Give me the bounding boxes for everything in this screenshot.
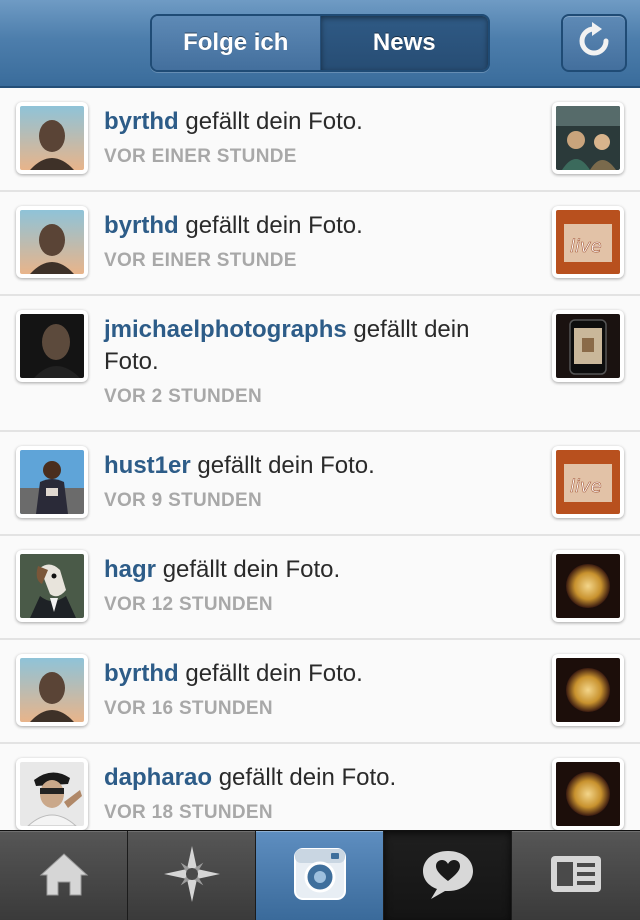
username-link[interactable]: hust1er xyxy=(104,452,191,479)
tab-folge-ich[interactable]: Folge ich xyxy=(152,16,321,70)
news-heart-bubble-icon xyxy=(419,847,477,906)
activity-text: dapharao gefällt dein Foto. xyxy=(104,762,524,794)
profile-card-icon xyxy=(549,854,603,899)
activity-text: hust1er gefällt dein Foto. xyxy=(104,450,524,482)
username-link[interactable]: hagr xyxy=(104,556,156,583)
explore-star-icon xyxy=(162,844,222,909)
photo-thumbnail[interactable] xyxy=(552,550,624,622)
home-icon xyxy=(38,851,90,902)
photo-thumbnail[interactable] xyxy=(552,310,624,382)
action-text: gefällt dein Foto. xyxy=(218,764,397,791)
username-link[interactable]: jmichaelphotographs xyxy=(104,316,347,343)
tab-camera[interactable] xyxy=(256,831,384,920)
svg-text:live: live xyxy=(570,236,602,257)
news-feed-list: byrthd gefällt dein Foto. VOR EINER STUN… xyxy=(0,88,640,830)
username-link[interactable]: dapharao xyxy=(104,764,212,791)
camera-icon xyxy=(293,847,347,906)
list-item[interactable]: byrthd gefällt dein Foto. VOR EINER STUN… xyxy=(0,88,640,192)
username-link[interactable]: byrthd xyxy=(104,660,179,687)
list-item[interactable]: dapharao gefällt dein Foto. VOR 18 STUND… xyxy=(0,744,640,830)
action-text: gefällt dein Foto. xyxy=(185,212,363,239)
timestamp: VOR EINER STUNDE xyxy=(104,250,297,271)
action-text: gefällt dein Foto. xyxy=(197,452,375,479)
activity-text: byrthd gefällt dein Foto. xyxy=(104,658,524,690)
tab-news[interactable]: News xyxy=(320,16,488,70)
avatar[interactable] xyxy=(16,446,88,518)
avatar[interactable] xyxy=(16,758,88,830)
photo-thumbnail[interactable] xyxy=(552,758,624,830)
avatar[interactable] xyxy=(16,550,88,622)
avatar[interactable] xyxy=(16,102,88,174)
list-item[interactable]: byrthd gefällt dein Foto. VOR 16 STUNDEN xyxy=(0,640,640,744)
timestamp: VOR 12 STUNDEN xyxy=(104,594,273,615)
timestamp: VOR EINER STUNDE xyxy=(104,146,297,167)
list-item[interactable]: hagr gefällt dein Foto. VOR 12 STUNDEN xyxy=(0,536,640,640)
username-link[interactable]: byrthd xyxy=(104,212,179,239)
tab-profile[interactable] xyxy=(512,831,640,920)
avatar[interactable] xyxy=(16,654,88,726)
timestamp: VOR 2 STUNDEN xyxy=(104,386,263,407)
tab-explore[interactable] xyxy=(128,831,256,920)
photo-thumbnail[interactable] xyxy=(552,654,624,726)
top-nav-bar: Folge ich News xyxy=(0,0,640,88)
list-item[interactable]: byrthd gefällt dein Foto. VOR EINER STUN… xyxy=(0,192,640,296)
action-text: gefällt dein Foto. xyxy=(162,556,341,583)
list-item[interactable]: jmichaelphotographs gefällt dein Foto. V… xyxy=(0,296,640,432)
refresh-icon xyxy=(574,21,614,66)
action-text: gefällt dein Foto. xyxy=(185,660,363,687)
username-link[interactable]: byrthd xyxy=(104,108,179,135)
list-item[interactable]: hust1er gefällt dein Foto. VOR 9 STUNDEN… xyxy=(0,432,640,536)
activity-text: byrthd gefällt dein Foto. xyxy=(104,106,524,138)
timestamp: VOR 9 STUNDEN xyxy=(104,490,263,511)
timestamp: VOR 16 STUNDEN xyxy=(104,698,273,719)
avatar[interactable] xyxy=(16,310,88,382)
tab-news[interactable] xyxy=(384,831,512,920)
photo-thumbnail[interactable] xyxy=(552,102,624,174)
photo-thumbnail[interactable]: live xyxy=(552,446,624,518)
tab-home[interactable] xyxy=(0,831,128,920)
activity-text: hagr gefällt dein Foto. xyxy=(104,554,524,586)
timestamp: VOR 18 STUNDEN xyxy=(104,802,273,823)
refresh-button[interactable] xyxy=(561,14,627,72)
segmented-control: Folge ich News xyxy=(150,14,490,72)
bottom-tab-bar xyxy=(0,830,640,920)
action-text: gefällt dein Foto. xyxy=(185,108,363,135)
svg-text:live: live xyxy=(570,476,602,497)
avatar[interactable] xyxy=(16,206,88,278)
activity-text: byrthd gefällt dein Foto. xyxy=(104,210,524,242)
activity-text: jmichaelphotographs gefällt dein Foto. xyxy=(104,314,524,378)
photo-thumbnail[interactable]: live xyxy=(552,206,624,278)
